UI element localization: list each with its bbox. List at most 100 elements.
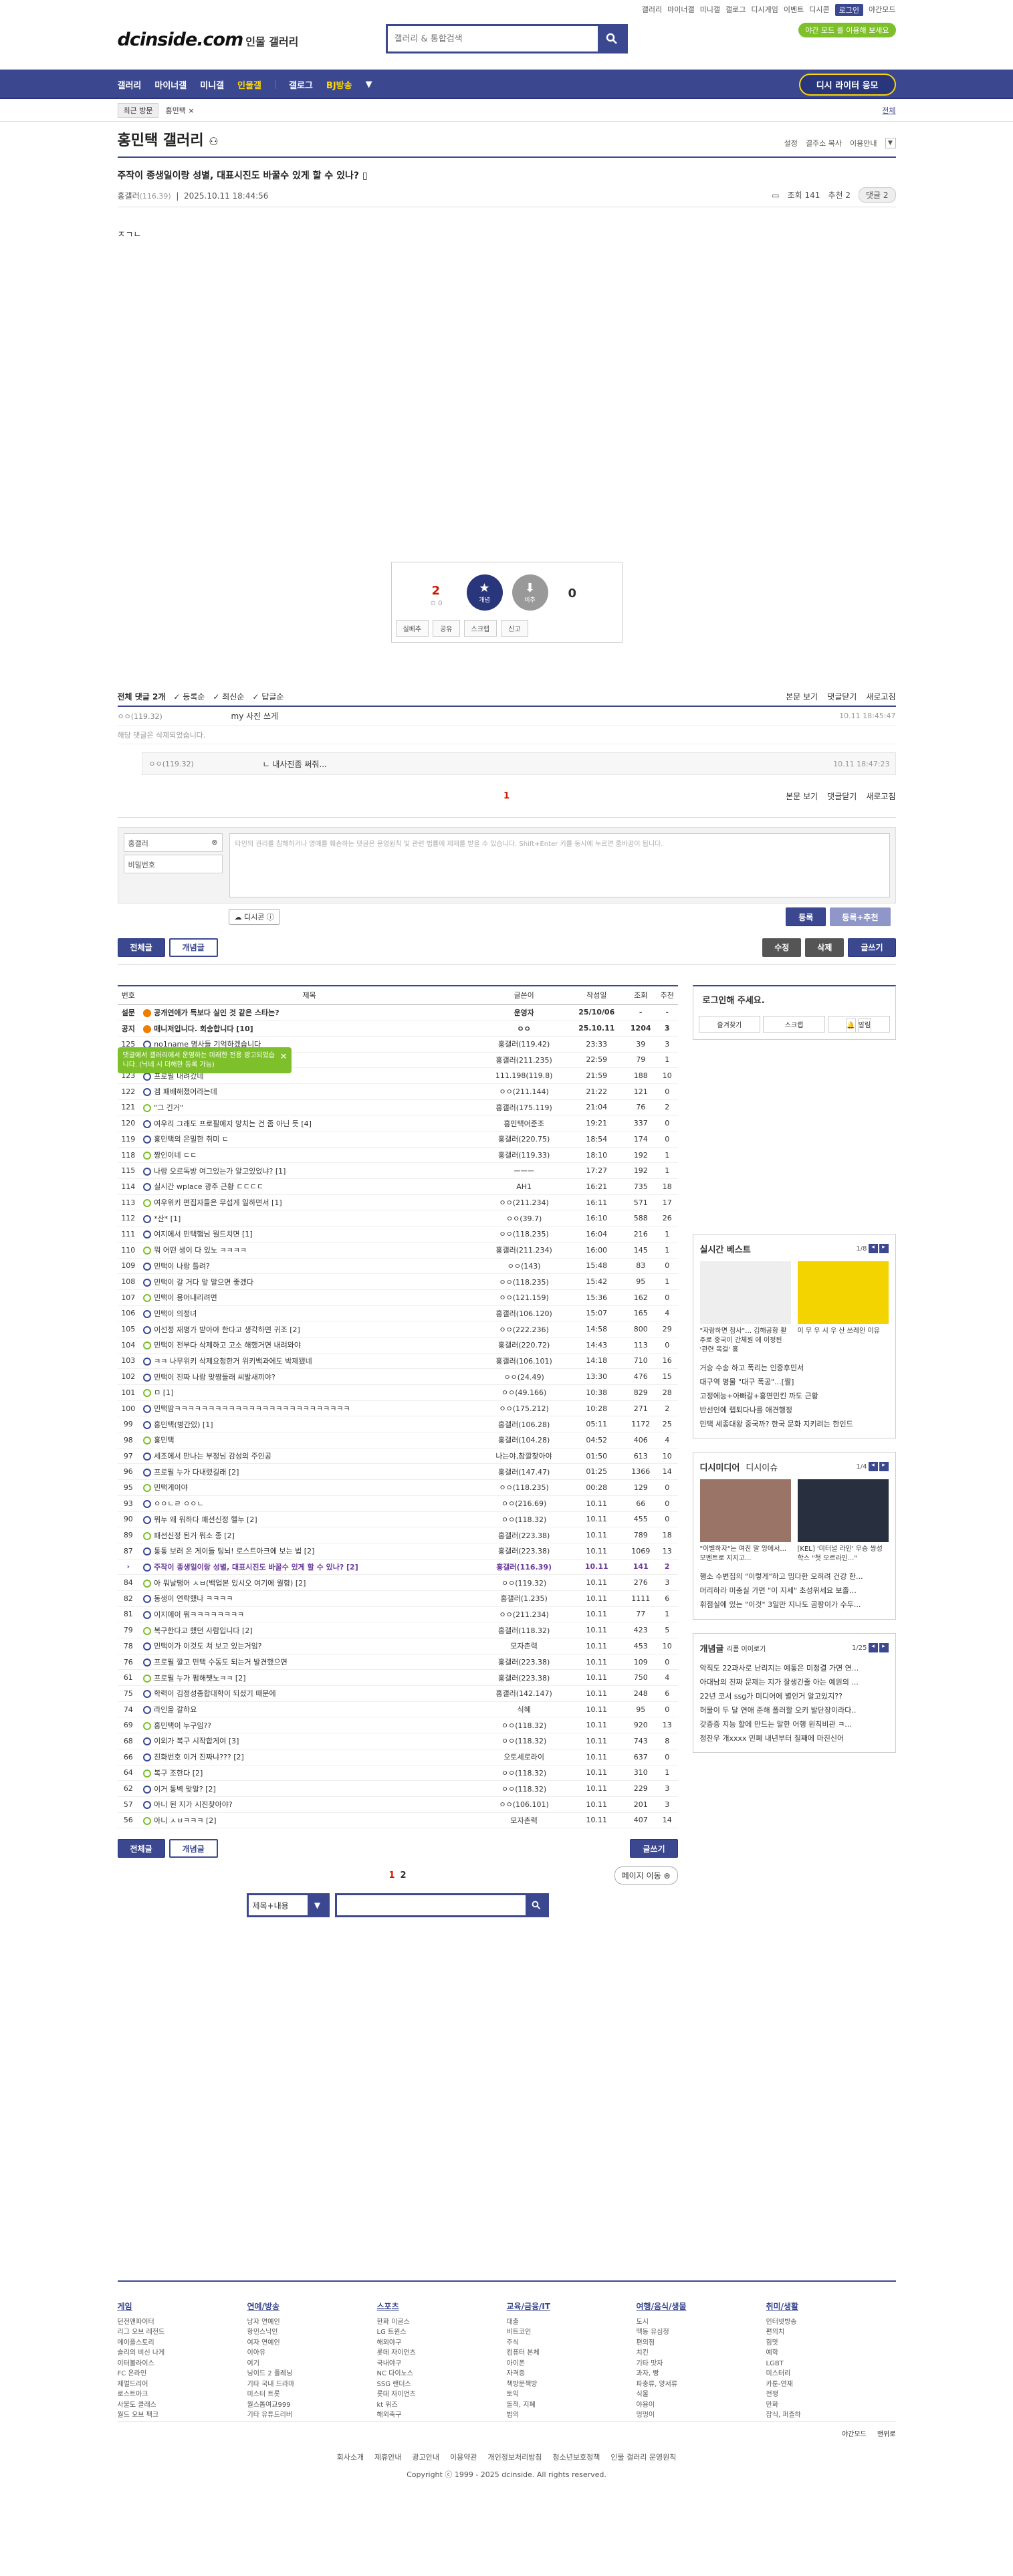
table-row[interactable]: 115 나랑 오르독방 여그있는가 알고있었냐? [1] ㅡㅡㅡ 17:27 192 1 [117, 1162, 678, 1180]
list-cell[interactable]: ㅇㅇ(211.144) [479, 1083, 569, 1100]
table-row[interactable]: 82 동생이 연락했나 ㅋㅋㅋㅋ 홍갤러(1.235) 10.11 1111 6 [117, 1590, 678, 1607]
comment-nick[interactable]: ㅇㅇ(119.32) [118, 711, 231, 722]
footer-link[interactable]: 메이플스토리 [118, 2338, 247, 2349]
table-row[interactable]: 102 민택이 진짜 나랑 맞짱들래 씨발새끼야? ㅇㅇ(24.49) 13:30 47… [117, 1368, 678, 1385]
sort-latest[interactable]: ✓ 최신순 [213, 691, 244, 702]
table-row[interactable]: 81 이지에이 뭐ㅋㅋㅋㅋㅋㅋㅋㅋ ㅇㅇ(211.234) 10.11 77 1 [117, 1606, 678, 1623]
reply-nick[interactable]: ㅇㅇ(119.32) [149, 758, 263, 769]
list-cell[interactable]: ㅡㅡㅡ [479, 1162, 569, 1180]
table-row[interactable]: 89 패션신정 된거 뭐소 종 [2] 홍갤러(223.38) 10.11 789 18 [117, 1527, 678, 1543]
list-cell[interactable]: 짱인이네 ㄷㄷ [139, 1147, 480, 1164]
refresh-link[interactable]: 새로고침 [866, 790, 895, 802]
list-item[interactable]: 고정에능+아빠갈+홍면민킨 까도 근황 [700, 1390, 889, 1404]
list-cell[interactable]: 프로필 누가 펌해쨋노ㅋㅋ [2] [139, 1669, 480, 1687]
best-thumb[interactable]: "자랑하면 참사"… 김해공항 활주로 중국이 간체원 에 이정된 '관련 목걸… [699, 1261, 791, 1355]
footer-link[interactable]: 던전앤파이터 [118, 2317, 247, 2328]
footer-link[interactable]: 책방문책방 [507, 2379, 637, 2390]
post-title-link[interactable]: 민택게이야 [154, 1483, 188, 1492]
board-search-input[interactable] [334, 1893, 549, 1918]
footer-link[interactable]: 여기 [247, 2359, 377, 2369]
nav-mini[interactable]: 미니갤 [200, 78, 224, 91]
table-row[interactable]: 62 이거 통벽 맞말? [2] ㅇㅇ(118.32) 10.11 229 3 [117, 1780, 678, 1797]
table-row[interactable]: 93 ㅇㅇㄴㄹ ㅇㅇㄴ ㅇㅇ(216.69) 10.11 66 0 [117, 1495, 678, 1512]
table-row[interactable]: 111 여지에서 민택햄님 월드치면 [1] ㅇㅇ(118.235) 16:04 216… [117, 1226, 678, 1243]
table-row[interactable]: 95 민택게이야 ㅇㅇ(118.235) 00:28 129 0 [117, 1479, 678, 1496]
list-cell[interactable]: ㅇㅇ(118.235) [479, 1226, 569, 1243]
util-link[interactable]: 갤로그 [725, 4, 746, 16]
post-title-link[interactable]: 공개연애가 득보다 실인 것 같은 스타는? [154, 1008, 279, 1017]
table-row[interactable]: 96 프로필 누가 다내렸길래 [2] 홍갤러(147.47) 01:25 1366 14 [117, 1463, 678, 1481]
footer-bottom-link[interactable]: 회사소개 [337, 2453, 364, 2462]
post-title-link[interactable]: 뭐 어떤 생이 다 있노 ㅋㅋㅋㅋ [154, 1246, 247, 1255]
list-cell[interactable]: 111.198(119.8) [479, 1067, 569, 1084]
list-cell[interactable]: 홍갤러(104.28) [479, 1432, 569, 1448]
post-title-link[interactable]: "그 긴거" [154, 1103, 183, 1112]
list-cell[interactable]: 아 뭐날땡어 ㅅㅂ(백업본 있시오 여기에 월함) [2] [139, 1574, 480, 1591]
footer-link[interactable]: 만화 [766, 2400, 896, 2411]
media-thumb[interactable]: "이별하자"는 여친 말 앙에서...모멘트로 지지고... [699, 1479, 791, 1564]
table-row[interactable]: 106 민택이 의정녀 홍갤러(106.120) 15:07 165 4 [117, 1305, 678, 1322]
list-cell[interactable]: 오토세로라이 [479, 1749, 569, 1765]
list-cell[interactable]: 홍갤러(220.72) [479, 1337, 569, 1354]
list-cell[interactable]: 겜 패배해졌어라는데 [139, 1083, 480, 1100]
nick-field[interactable]: 홍갤러 ⊗ [123, 833, 223, 852]
table-row[interactable]: 109 민택이 나랑 틀려? ㅇㅇ(143) 15:48 83 0 [117, 1258, 678, 1275]
folder-icon[interactable]: ▭ [772, 191, 779, 200]
refresh-link[interactable]: 새로고침 [866, 691, 895, 702]
list-cell[interactable]: 홍갤러(223.38) [479, 1654, 569, 1671]
util-link[interactable]: 디시게임 [751, 4, 778, 16]
post-title-link[interactable]: 복구한다고 했던 사람입니다 [2] [154, 1626, 253, 1635]
list-cell[interactable]: ㅇㅇ(106.101) [479, 1796, 569, 1813]
media-sub[interactable]: 디시이슈 [746, 1461, 778, 1473]
table-row[interactable]: 104 민택이 전부다 삭제하고 고소 해했거면 내려와야 홍갤러(220.72) 1… [117, 1337, 678, 1354]
post-title-link[interactable]: 홍민택 [154, 1436, 174, 1444]
table-row[interactable]: 119 홍민택의 은밀한 취미 ㄷ 홍갤러(220.75) 18:54 174 0 [117, 1131, 678, 1148]
view-body-link[interactable]: 본문 보기 [786, 691, 818, 702]
table-row[interactable]: › 주작이 종생일이랑 성별, 대표시진도 바꿀수 있게 할 수 있나? [2] 홍… [117, 1559, 678, 1576]
table-row[interactable]: 100 민택땀ㅋㅋㅋㅋㅋㅋㅋㅋㅋㅋㅋㅋㅋㅋㅋㅋㅋㅋㅋㅋㅋㅋㅋㅋㅋㅋ ㅇㅇ(175.2… [117, 1400, 678, 1417]
post-title-link[interactable]: 진화번호 이거 진짜냐??? [2] [154, 1753, 244, 1761]
post-title-link[interactable]: 아 뭐날땡어 ㅅㅂ(백업본 있시오 여기에 월함) [2] [154, 1579, 306, 1588]
footer-link[interactable]: NC 다이노스 [377, 2369, 507, 2379]
list-cell[interactable]: ㅇㅇ(39.7) [479, 1210, 569, 1227]
table-row[interactable]: 61 프로필 누가 펌해쨋노ㅋㅋ [2] 홍갤러(223.38) 10.11 750 4 [117, 1669, 678, 1687]
list-cell[interactable]: 복구한다고 했던 사람입니다 [2] [139, 1622, 480, 1638]
post-title-link[interactable]: 프로필 누가 다내렸길래 [2] [154, 1468, 239, 1477]
footer-link[interactable]: 닝이드 2 플레닝 [247, 2369, 377, 2379]
close-comments-link[interactable]: 댓글닫기 [827, 691, 857, 702]
list-cell[interactable]: ㅇㅇ(211.234) [479, 1606, 569, 1623]
footer-link[interactable]: 기타 유튜드리버 [247, 2410, 377, 2421]
post-title-link[interactable]: 뭐누 왜 워하다 패션신정 헬누 [2] [154, 1515, 257, 1524]
table-row[interactable]: 66 진화번호 이거 진짜냐??? [2] 오토세로라이 10.11 637 0 [117, 1749, 678, 1765]
footer-bottom-link[interactable]: 이용약관 [450, 2453, 477, 2462]
footer-link[interactable]: 도시 [637, 2317, 766, 2328]
footer-link[interactable]: 카툰-연재 [766, 2379, 896, 2390]
table-row[interactable]: 101 ㅁ [1] ㅇㅇ(49.166) 10:38 829 28 [117, 1384, 678, 1401]
list-cell[interactable]: 동생이 연락했나 ㅋㅋㅋㅋ [139, 1590, 480, 1607]
post-title-link[interactable]: 민택이 갈 거다 앞 말으면 좋겠다 [154, 1278, 253, 1287]
footer-bottom-link[interactable]: 인물 갤러리 운영원칙 [610, 2453, 676, 2462]
media-title[interactable]: 디시미디어 [700, 1461, 740, 1473]
footer-link[interactable]: 컴퓨터 본체 [507, 2348, 637, 2359]
list-cell[interactable]: 홍갤러(211.235) [479, 1052, 569, 1069]
table-row[interactable]: 90 뭐누 왜 워하다 패션신정 헬누 [2] ㅇㅇ(118.32) 10.11 455… [117, 1511, 678, 1528]
list-cell[interactable]: ㅇㅇ(119.32) [479, 1574, 569, 1591]
search-input[interactable] [387, 26, 598, 51]
alarm-button[interactable]: 🔔 알림 [827, 1016, 890, 1033]
footer-bottom-link[interactable]: 광고안내 [413, 2453, 439, 2462]
list-cell[interactable]: 패션신정 된거 뭐소 종 [2] [139, 1527, 480, 1543]
list-cell[interactable]: 홍민택어준조 [479, 1115, 569, 1132]
list-cell[interactable]: 이선정 재명가 받아야 한다고 생각하면 귀조 [2] [139, 1321, 480, 1337]
footer-link[interactable]: 이터볼라이스 [118, 2359, 247, 2369]
post-title-link[interactable]: 민택땀ㅋㅋㅋㅋㅋㅋㅋㅋㅋㅋㅋㅋㅋㅋㅋㅋㅋㅋㅋㅋㅋㅋㅋㅋㅋㅋ [154, 1404, 350, 1413]
list-cell[interactable]: 홍갤러(106.120) [479, 1305, 569, 1322]
write-button[interactable]: 글쓰기 [630, 1839, 678, 1858]
list-cell[interactable]: 홍갤러(211.234) [479, 1242, 569, 1259]
list-cell[interactable]: 민택이 전부다 삭제하고 고소 해했거면 내려와야 [139, 1337, 480, 1354]
post-title-link[interactable]: 나랑 오르독방 여그있는가 알고있었냐? [1] [154, 1167, 286, 1176]
list-item[interactable]: 반선인에 랩퇴다나를 애견행정 [700, 1404, 889, 1418]
list-cell[interactable]: 홍갤러(223.38) [479, 1669, 569, 1687]
list-item[interactable]: 갖증증 지능 할에 만드는 말한 어행 원칙비관 ㅋ... [700, 1718, 889, 1732]
footer-link[interactable]: 멍멍이 [637, 2410, 766, 2421]
list-cell[interactable]: 복구 조한다 [2] [139, 1765, 480, 1782]
